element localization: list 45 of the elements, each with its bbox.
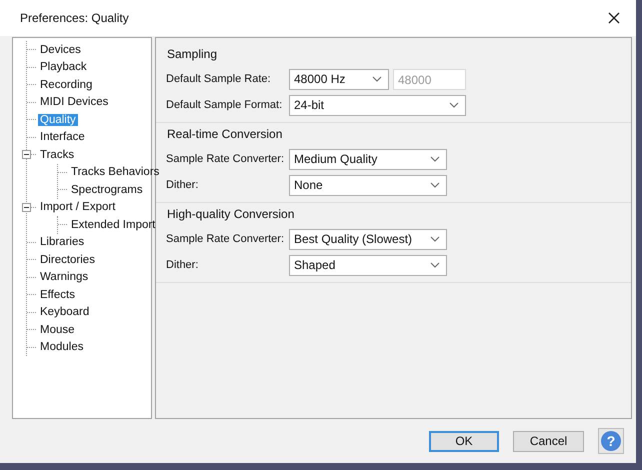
dropdown[interactable]: Shaped — [289, 254, 447, 276]
tree-item[interactable]: Playback — [38, 61, 89, 74]
tree-item[interactable]: Warnings — [38, 271, 90, 284]
window-title: Preferences: Quality — [20, 11, 129, 25]
field-label: Sample Rate Converter: — [166, 153, 285, 165]
collapse-icon[interactable] — [22, 150, 31, 159]
tree-item[interactable]: Directories — [38, 254, 97, 266]
tree-item[interactable]: Recording — [38, 78, 94, 91]
tree-item[interactable]: Tracks Behaviors — [69, 166, 162, 178]
field-label: Sample Rate Converter: — [166, 233, 285, 245]
chevron-down-icon — [430, 156, 440, 162]
tree-item[interactable]: Keyboard — [38, 306, 92, 318]
dialog-button[interactable]: OK — [429, 430, 499, 452]
chevron-down-icon — [430, 182, 440, 188]
tree-item[interactable]: Mouse — [38, 324, 77, 336]
chevron-down-icon — [449, 102, 459, 108]
section-title: Sampling — [167, 47, 218, 62]
section-title: Real-time Conversion — [167, 127, 284, 142]
tree-item[interactable]: MIDI Devices — [38, 96, 110, 108]
collapse-icon[interactable] — [22, 202, 31, 212]
chevron-down-icon — [372, 76, 382, 82]
close-icon[interactable] — [608, 12, 620, 24]
tree-item[interactable]: Libraries — [38, 236, 86, 248]
tree-item[interactable]: Import / Export — [38, 201, 118, 214]
dialog-button[interactable]: Cancel — [513, 430, 584, 452]
chevron-down-icon — [430, 236, 440, 242]
tree-item[interactable]: Devices — [38, 44, 83, 56]
tree-item[interactable]: Interface — [38, 131, 87, 144]
dropdown[interactable]: None — [289, 174, 447, 196]
tree-item[interactable]: Tracks — [38, 148, 76, 161]
chevron-down-icon — [430, 262, 440, 268]
dropdown[interactable]: Medium Quality — [289, 148, 447, 170]
dropdown[interactable]: 48000 Hz — [289, 68, 389, 90]
tree-item[interactable]: Spectrograms — [69, 184, 145, 196]
field-label: Dither: — [166, 259, 200, 271]
section-title: High-quality Conversion — [167, 207, 296, 222]
dropdown[interactable]: Best Quality (Slowest) — [289, 228, 447, 250]
tree-item[interactable]: Effects — [38, 288, 77, 301]
help-button[interactable]: ? — [598, 428, 624, 454]
field-label: Default Sample Format: — [166, 99, 284, 111]
tree-item[interactable]: Extended Import — [69, 218, 158, 231]
field-label: Dither: — [166, 179, 200, 191]
field-label: Default Sample Rate: — [166, 73, 272, 85]
tree-item[interactable]: Modules — [38, 341, 86, 354]
dropdown[interactable]: 24-bit — [289, 94, 466, 116]
